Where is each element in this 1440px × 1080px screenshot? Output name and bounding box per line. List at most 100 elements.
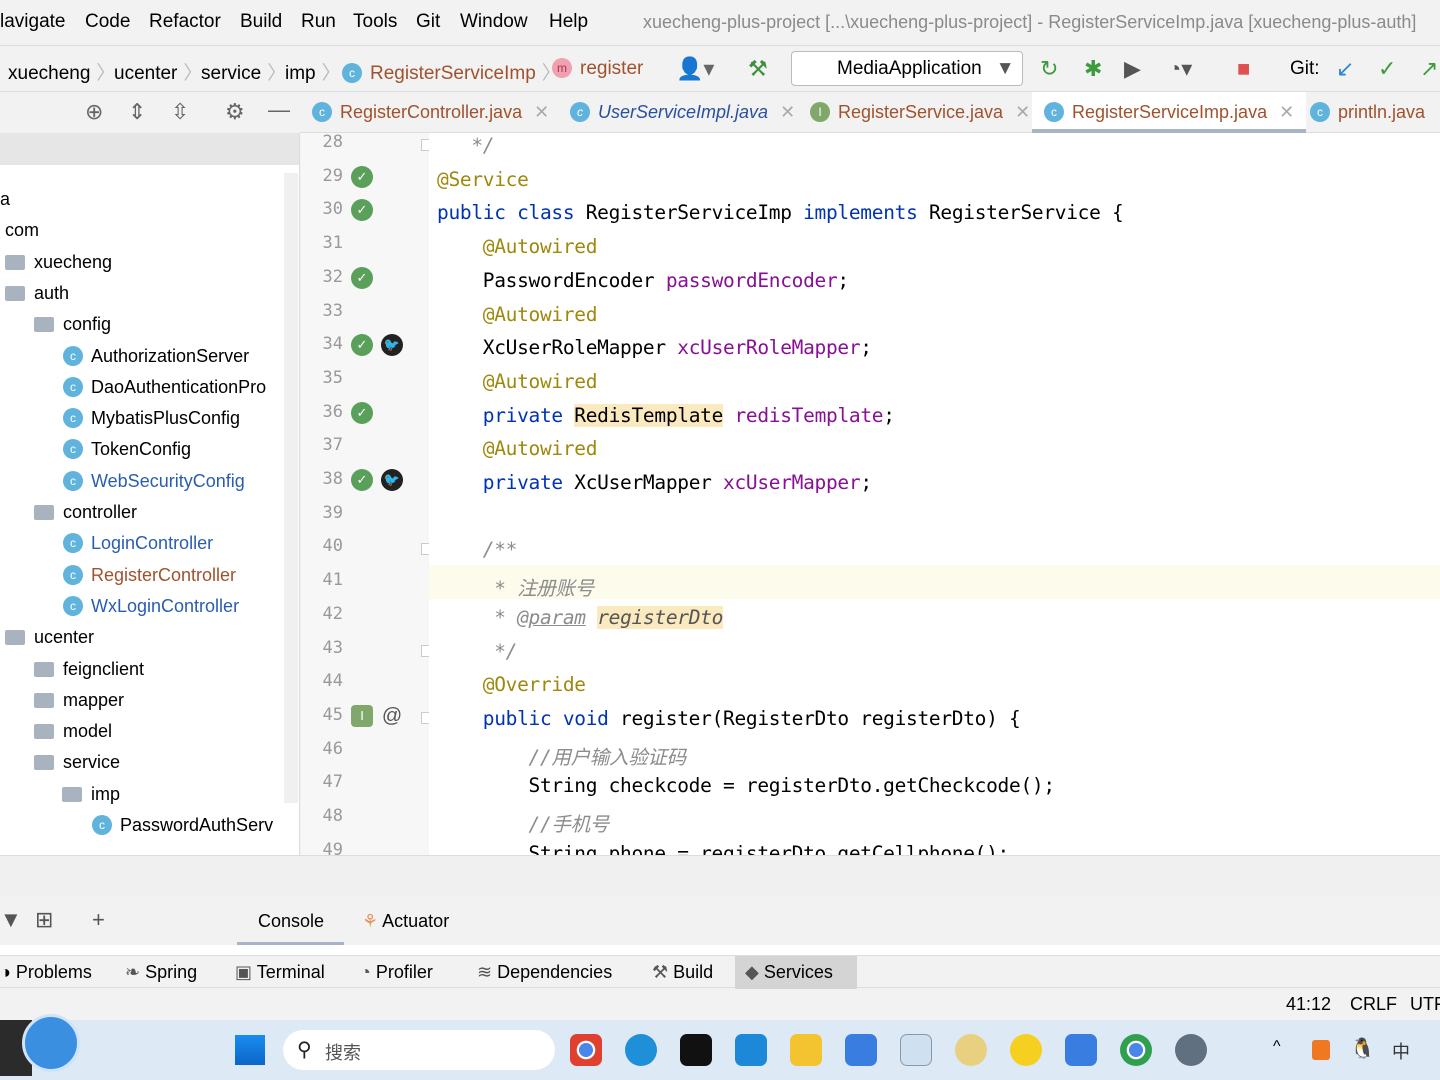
tab-register-controller[interactable]: c RegisterController.java ✕ <box>312 92 549 133</box>
close-icon[interactable]: ✕ <box>780 102 795 122</box>
breadcrumb-item[interactable]: ucenter 〉 <box>114 58 202 85</box>
tab-console[interactable]: Console <box>237 895 344 945</box>
tab-actuator[interactable]: ⚘ Actuator <box>362 911 449 932</box>
git-update-icon[interactable]: ↙ <box>1336 56 1354 82</box>
tool-profiler[interactable]: ◔ Profiler <box>350 956 443 989</box>
tree-item[interactable]: c AuthorizationServer <box>0 342 299 370</box>
tab-register-service[interactable]: I RegisterService.java ✕ <box>810 92 1030 133</box>
tray-app-icon[interactable] <box>1312 1040 1330 1060</box>
new-group-icon[interactable]: ⊞ <box>35 907 53 933</box>
tree-item[interactable]: c PasswordAuthServ <box>0 811 299 839</box>
tab-user-service-impl[interactable]: c UserServiceImpl.java ✕ <box>570 92 795 133</box>
breadcrumb-item[interactable]: xuecheng 〉 <box>8 58 115 85</box>
menu-help[interactable]: Help <box>549 11 588 33</box>
line-separator[interactable]: CRLF <box>1350 994 1397 1015</box>
annotation-icon[interactable]: @ <box>381 705 403 727</box>
word-icon[interactable] <box>845 1034 877 1066</box>
tree-item[interactable]: ⌄auth <box>0 276 299 307</box>
tree-item[interactable]: ⌄service <box>0 745 299 776</box>
spring-bean-icon[interactable]: ✓ <box>351 266 373 289</box>
tree-item[interactable]: c MybatisPlusConfig <box>0 404 299 432</box>
menu-tools[interactable]: Tools <box>353 11 397 33</box>
collapse-all-icon[interactable]: ⇳ <box>171 99 189 125</box>
tree-item[interactable]: ›mapper <box>0 685 299 714</box>
tree-scrollbar[interactable] <box>284 173 298 803</box>
tree-item[interactable]: c TokenConfig <box>0 435 299 463</box>
app-icon[interactable] <box>955 1034 987 1066</box>
vscode-icon[interactable] <box>735 1034 767 1066</box>
tool-spring[interactable]: ❧ Spring <box>115 956 207 989</box>
file-explorer-icon[interactable] <box>790 1034 822 1066</box>
breadcrumb-item[interactable]: c RegisterServiceImp 〉 <box>342 58 561 85</box>
tab-println[interactable]: c println.java <box>1310 92 1425 133</box>
tree-item[interactable]: c RegisterController <box>0 561 299 589</box>
edge-icon[interactable] <box>625 1034 657 1066</box>
tree-item[interactable]: ⌄config <box>0 307 299 338</box>
music-icon[interactable] <box>1010 1034 1042 1066</box>
tree-item[interactable]: c WebSecurityConfig <box>0 467 299 495</box>
tray-expand-icon[interactable]: ^ <box>1273 1038 1281 1056</box>
tab-register-service-imp[interactable]: c RegisterServiceImp.java ✕ <box>1032 92 1307 133</box>
close-icon[interactable]: ✕ <box>1015 102 1030 122</box>
file-encoding[interactable]: UTF <box>1410 994 1440 1015</box>
spring-bean-icon[interactable]: ✓ <box>351 334 373 357</box>
tree-item[interactable]: ⌄imp <box>0 777 299 808</box>
tool-build[interactable]: ⚒ Build <box>642 956 723 989</box>
spring-bean-icon[interactable]: ✓ <box>351 469 373 491</box>
close-icon[interactable]: ✕ <box>1279 102 1294 122</box>
mybatis-icon[interactable]: 🐦 <box>381 469 403 491</box>
user-icon[interactable]: 👤▾ <box>676 56 714 82</box>
menu-window[interactable]: Window <box>460 11 528 33</box>
input-method[interactable]: 中 <box>1392 1038 1410 1064</box>
tree-item[interactable]: c DaoAuthenticationPro <box>0 373 299 401</box>
stop-icon[interactable]: ■ <box>1237 56 1250 82</box>
tool-services[interactable]: ◆ Services <box>735 956 857 989</box>
caret-position[interactable]: 41:12 <box>1286 994 1331 1015</box>
tree-item[interactable]: ⌄ucenter <box>0 620 299 651</box>
chrome-icon[interactable] <box>1120 1034 1152 1066</box>
breadcrumb-item[interactable]: imp 〉 <box>285 58 341 85</box>
spring-bean-icon[interactable]: ✓ <box>351 401 373 424</box>
notes-icon[interactable] <box>1065 1034 1097 1066</box>
code-editor[interactable]: */ @Service public class RegisterServiceIm… <box>429 133 1440 855</box>
menu-run[interactable]: Run <box>301 11 336 33</box>
git-commit-icon[interactable]: ✓ <box>1378 56 1396 82</box>
tool-dependencies[interactable]: ≋ Dependencies <box>467 956 622 989</box>
assistant-ball-icon[interactable] <box>22 1014 80 1072</box>
monitor-icon[interactable] <box>900 1034 932 1066</box>
tool-terminal[interactable]: ▣ Terminal <box>225 956 335 989</box>
add-icon[interactable]: + <box>92 907 105 933</box>
build-hammer-icon[interactable]: ⚒ <box>748 56 768 82</box>
close-icon[interactable]: ✕ <box>534 102 549 122</box>
profiler-icon[interactable]: ◔▾ <box>1168 56 1192 82</box>
settings-icon[interactable] <box>1175 1034 1207 1066</box>
breadcrumb-item[interactable]: m register <box>552 58 643 80</box>
spring-bean-icon[interactable]: ✓ <box>351 199 373 222</box>
tree-item[interactable]: c LoginController <box>0 529 299 557</box>
menu-code[interactable]: Code <box>85 11 130 33</box>
run-configuration-select[interactable]: MediaApplication ▼ <box>791 51 1023 86</box>
breadcrumb-item[interactable]: service 〉 <box>201 58 286 85</box>
qq-icon[interactable]: 🐧 <box>1350 1036 1375 1061</box>
menu-navigate[interactable]: lavigate <box>0 11 66 33</box>
implements-icon[interactable]: I <box>351 704 373 727</box>
rerun-icon[interactable]: ↻ <box>1040 56 1058 82</box>
tree-item[interactable]: xuecheng <box>0 248 299 276</box>
coverage-icon[interactable]: ▶ <box>1124 56 1141 82</box>
git-push-icon[interactable]: ↗ <box>1420 56 1438 82</box>
spring-bean-icon[interactable]: ✓ <box>351 165 373 188</box>
intellij-icon[interactable] <box>680 1034 712 1066</box>
debug-icon[interactable]: ✱ <box>1084 56 1102 82</box>
tree-item[interactable]: ⌄controller <box>0 495 299 526</box>
tree-item[interactable]: com <box>0 216 299 244</box>
mybatis-icon[interactable]: 🐦 <box>381 334 403 357</box>
locate-icon[interactable]: ⊕ <box>85 99 103 125</box>
tree-item[interactable]: ›feignclient <box>0 654 299 683</box>
tree-item[interactable]: c WxLoginController <box>0 592 299 620</box>
tree-item[interactable]: ›model <box>0 716 299 745</box>
menu-refactor[interactable]: Refactor <box>149 11 221 33</box>
gear-icon[interactable]: ⚙ <box>225 99 245 125</box>
filter-icon[interactable]: ▼ <box>0 907 22 933</box>
menu-build[interactable]: Build <box>240 11 282 33</box>
taskbar-search[interactable]: ⚲ 搜索 <box>283 1030 555 1070</box>
